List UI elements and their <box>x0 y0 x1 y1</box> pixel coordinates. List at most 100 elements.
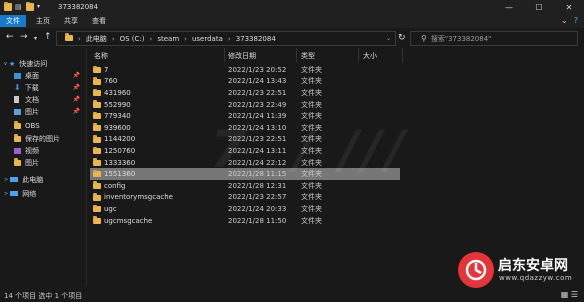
star-icon: ★ <box>8 59 16 68</box>
folder-icon <box>93 100 101 110</box>
pin-icon: 📌 <box>72 108 80 115</box>
file-row[interactable]: 431960 2022/1/23 22:51 文件夹 <box>90 87 400 99</box>
folder-icon <box>60 33 73 43</box>
quick-access-toolbar: ▤ ▾ <box>4 1 45 11</box>
navigation-pane: v ★ 快速访问 桌面 📌 ⬇ 下载 📌 文档 📌 图片 📌 OBS 保存的图片… <box>0 48 87 286</box>
chevron-right-icon[interactable]: > <box>4 177 8 183</box>
nav-label: 网络 <box>22 189 37 198</box>
minimize-button[interactable]: — <box>494 0 524 14</box>
column-date[interactable]: 修改日期 <box>228 51 256 61</box>
file-name: 552990 <box>104 100 131 109</box>
up-icon[interactable]: ↑ <box>44 32 52 42</box>
folder-icon <box>93 204 101 214</box>
video-icon <box>14 147 21 154</box>
folder-icon <box>93 216 101 226</box>
status-text: 14 个项目 选中 1 个项目 <box>4 292 83 300</box>
column-type[interactable]: 类型 <box>301 51 315 61</box>
nav-label: 桌面 <box>25 71 39 80</box>
nav-item-obs[interactable]: OBS <box>14 120 84 131</box>
nav-label: 文档 <box>25 95 39 104</box>
file-date: 2022/1/24 11:39 <box>228 112 287 121</box>
file-date: 2022/1/23 22:49 <box>228 100 287 109</box>
nav-item-this-pc[interactable]: > 此电脑 <box>4 174 84 185</box>
file-row[interactable]: ugc 2022/1/24 20:33 文件夹 <box>90 203 400 215</box>
file-date: 2022/1/23 20:52 <box>228 65 287 74</box>
column-name[interactable]: 名称 <box>94 51 108 61</box>
nav-item-videos[interactable]: 视频 <box>14 145 84 156</box>
recent-locations-icon[interactable]: ▾ <box>34 35 37 42</box>
folder-icon <box>93 135 101 145</box>
tab-file[interactable]: 文件 <box>0 15 26 27</box>
chevron-down-icon[interactable]: v <box>4 61 7 67</box>
folder-icon <box>93 111 101 121</box>
new-folder-icon[interactable] <box>26 1 34 11</box>
file-name: 760 <box>104 77 118 86</box>
tab-home[interactable]: 主页 <box>30 15 56 27</box>
search-icon: ⚲ <box>421 34 427 43</box>
breadcrumb-os-c[interactable]: OS (C:) <box>120 35 145 43</box>
logo-url: www.qdazzyw.com <box>499 274 573 282</box>
expand-ribbon-icon[interactable]: ⌄ <box>561 16 568 25</box>
computer-icon <box>10 177 19 182</box>
column-header: 名称 修改日期 类型 大小 <box>88 48 584 62</box>
forward-icon[interactable]: → <box>20 32 28 42</box>
tab-view[interactable]: 查看 <box>86 15 112 27</box>
refresh-icon[interactable]: ↻ <box>398 33 406 43</box>
customize-dropdown-icon[interactable]: ▾ <box>37 3 45 11</box>
breadcrumb-steam[interactable]: steam <box>157 35 179 43</box>
breadcrumb-this-pc[interactable]: 此电脑 <box>86 34 107 44</box>
file-row[interactable]: 552990 2022/1/23 22:49 文件夹 <box>90 99 400 111</box>
tab-share[interactable]: 共享 <box>58 15 84 27</box>
breadcrumb-userdata[interactable]: userdata <box>192 35 223 43</box>
close-button[interactable]: ✕ <box>554 0 584 14</box>
view-toggle[interactable]: ▦ ☰ <box>561 290 578 299</box>
nav-label: 此电脑 <box>22 175 44 184</box>
file-row[interactable]: 7 2022/1/23 20:52 文件夹 <box>90 64 400 76</box>
file-date: 2022/1/28 12:31 <box>228 181 287 190</box>
file-name: 1333360 <box>104 158 136 167</box>
pin-icon: 📌 <box>72 84 80 91</box>
file-date: 2022/1/23 22:51 <box>228 88 287 97</box>
file-row[interactable]: inventorymsgcache 2022/1/23 22:57 文件夹 <box>90 192 400 204</box>
folder-icon <box>14 121 21 129</box>
address-field[interactable]: › 此电脑 › OS (C:) › steam › userdata › 373… <box>56 31 396 46</box>
file-date: 2022/1/28 11:50 <box>228 216 287 225</box>
folder-icon <box>93 181 101 191</box>
nav-item-quick-access[interactable]: v ★ 快速访问 <box>4 58 84 69</box>
maximize-button[interactable]: ☐ <box>524 0 554 14</box>
search-placeholder: 搜索"373382084" <box>430 34 492 43</box>
folder-icon <box>93 65 101 75</box>
nav-item-network[interactable]: > 网络 <box>4 188 84 199</box>
file-name: 1551360 <box>104 170 136 179</box>
pin-icon: 📌 <box>72 96 80 103</box>
address-dropdown-icon[interactable]: ⌄ <box>386 35 391 42</box>
nav-item-saved-pictures[interactable]: 保存的图片 <box>14 133 84 144</box>
help-icon[interactable]: ? <box>574 16 578 25</box>
file-type: 文件夹 <box>301 204 322 213</box>
back-icon[interactable]: ← <box>6 32 14 42</box>
folder-icon[interactable] <box>4 1 12 11</box>
file-name: 1250760 <box>104 146 136 155</box>
file-type: 文件夹 <box>301 65 322 74</box>
nav-label: 下载 <box>24 83 39 92</box>
chevron-right-icon[interactable]: > <box>4 191 8 197</box>
nav-item-downloads[interactable]: ⬇ 下载 📌 <box>14 82 84 93</box>
file-row[interactable]: config 2022/1/28 12:31 文件夹 <box>90 180 400 192</box>
ribbon: 文件 主页 共享 查看 ⌄ ? <box>0 14 584 28</box>
pin-icon: 📌 <box>72 72 80 79</box>
nav-item-pictures[interactable]: 图片 📌 <box>14 106 84 117</box>
column-size[interactable]: 大小 <box>363 51 377 61</box>
nav-item-documents[interactable]: 文档 📌 <box>14 94 84 105</box>
search-input[interactable]: ⚲ 搜索"373382084" <box>410 31 578 46</box>
breadcrumb-current[interactable]: 373382084 <box>236 35 276 43</box>
folder-icon <box>93 123 101 133</box>
nav-label: 保存的图片 <box>25 134 60 143</box>
file-row[interactable]: 760 2022/1/24 13:43 文件夹 <box>90 76 400 88</box>
chevron-right-icon: › <box>184 34 187 43</box>
folder-icon <box>14 158 21 166</box>
properties-icon[interactable]: ▤ <box>15 3 23 11</box>
file-row[interactable]: ugcmsgcache 2022/1/28 11:50 文件夹 <box>90 215 400 227</box>
nav-label: 快速访问 <box>19 59 48 68</box>
nav-item-desktop[interactable]: 桌面 📌 <box>14 70 84 81</box>
nav-item-pictures-folder[interactable]: 图片 <box>14 157 84 168</box>
